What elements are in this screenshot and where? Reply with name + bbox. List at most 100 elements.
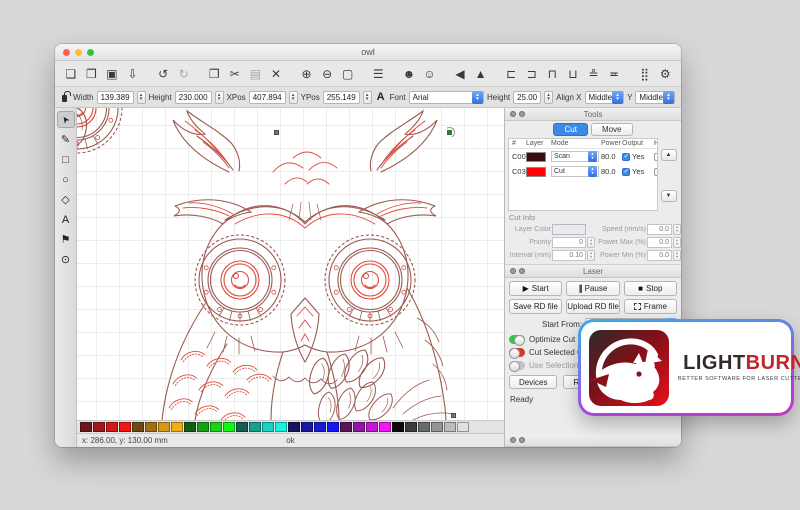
height-stepper[interactable] [215, 91, 224, 104]
palette-swatch[interactable] [327, 422, 339, 432]
rectangle-tool-icon[interactable]: □ [57, 151, 75, 168]
align-top-icon[interactable]: ⊓ [546, 68, 560, 80]
palette-swatch[interactable] [301, 422, 313, 432]
save-rd-file-button[interactable]: Save RD file [509, 299, 562, 314]
power-max-stepper[interactable] [673, 237, 681, 248]
devices-button[interactable]: Devices [509, 375, 557, 389]
interval-stepper[interactable] [587, 250, 595, 261]
settings-icon[interactable]: ⚙ [658, 68, 672, 80]
draw-lines-tool-icon[interactable]: ✎ [57, 131, 75, 148]
palette-swatch[interactable] [93, 422, 105, 432]
redo-icon[interactable]: ↻ [177, 68, 191, 80]
interval-field[interactable]: 0.10 [552, 250, 586, 261]
speed-stepper[interactable] [673, 224, 681, 235]
xpos-field[interactable]: 407.894 [249, 91, 286, 104]
ypos-field[interactable]: 255.149 [323, 91, 360, 104]
palette-swatch[interactable] [392, 422, 404, 432]
pause-button[interactable]: ∥Pause [566, 281, 619, 296]
palette-swatch[interactable] [405, 422, 417, 432]
palette-swatch[interactable] [314, 422, 326, 432]
font-select[interactable]: Arial [409, 91, 484, 104]
panel-close-icon[interactable] [510, 268, 516, 274]
hide-checkbox[interactable] [654, 153, 657, 161]
power-min-stepper[interactable] [673, 250, 681, 261]
panel-float-icon[interactable] [519, 268, 525, 274]
mode-select[interactable]: Cut [551, 166, 599, 177]
grid-array-icon[interactable]: ⣿ [638, 68, 652, 80]
paste-icon[interactable]: ▤ [249, 68, 263, 80]
align-y-select[interactable]: Middle [635, 91, 675, 104]
zoom-window-icon[interactable] [87, 49, 94, 56]
palette-swatch[interactable] [132, 422, 144, 432]
align-right-icon[interactable]: ⊐ [525, 68, 539, 80]
move-layer-down-icon[interactable]: ▼ [661, 190, 677, 202]
palette-swatch[interactable] [366, 422, 378, 432]
preview-icon[interactable]: ☰ [372, 68, 386, 80]
mirror-horizontal-icon[interactable]: ◀ [453, 68, 467, 80]
select-tool-icon[interactable]: ➤ [57, 111, 75, 128]
palette-swatch[interactable] [275, 422, 287, 432]
selection-handle-top[interactable] [274, 130, 279, 135]
lock-aspect-icon[interactable] [62, 95, 67, 102]
xpos-stepper[interactable] [289, 91, 298, 104]
owl-drawing[interactable] [77, 108, 504, 420]
tab-cut[interactable]: Cut [553, 123, 587, 136]
power-max-field[interactable]: 0.0 [647, 237, 672, 248]
distribute-horizontal-icon[interactable]: ≖ [607, 68, 621, 80]
export-icon[interactable]: ⇩ [126, 68, 140, 80]
priority-stepper[interactable] [587, 237, 595, 248]
palette-swatch[interactable] [379, 422, 391, 432]
panel-close-icon[interactable] [510, 437, 516, 443]
palette-swatch[interactable] [418, 422, 430, 432]
zoom-in-icon[interactable]: ⊕ [300, 68, 314, 80]
mode-select[interactable]: Scan [551, 151, 599, 162]
group-icon[interactable]: ☻ [402, 68, 416, 80]
palette-swatch[interactable] [197, 422, 209, 432]
close-window-icon[interactable] [63, 49, 70, 56]
ypos-stepper[interactable] [363, 91, 372, 104]
text-height-field[interactable]: 25.00 [513, 91, 541, 104]
palette-swatch[interactable] [340, 422, 352, 432]
start-button[interactable]: ▶Start [509, 281, 562, 296]
stop-button[interactable]: ■Stop [624, 281, 677, 296]
rotation-handle-icon[interactable] [444, 127, 455, 138]
save-icon[interactable]: ▣ [105, 68, 119, 80]
selection-handle-bottom-right[interactable] [451, 413, 456, 418]
layer-row[interactable]: C03 Cut 80.0 [509, 164, 657, 179]
new-file-icon[interactable]: ❏ [64, 68, 78, 80]
use-selection-origin-toggle[interactable] [509, 361, 525, 370]
zoom-out-icon[interactable]: ⊖ [320, 68, 334, 80]
minimize-window-icon[interactable] [75, 49, 82, 56]
tab-move[interactable]: Move [591, 123, 633, 136]
layer-color-swatch[interactable] [526, 152, 546, 162]
layer-row[interactable]: C00 Scan 80.0 [509, 149, 657, 164]
palette-swatch[interactable] [457, 422, 469, 432]
priority-field[interactable]: 0 [552, 237, 586, 248]
palette-swatch[interactable] [236, 422, 248, 432]
palette-swatch[interactable] [262, 422, 274, 432]
output-checkbox[interactable] [622, 168, 630, 176]
layer-color-field[interactable] [552, 224, 586, 235]
output-checkbox[interactable] [622, 153, 630, 161]
palette-swatch[interactable] [223, 422, 235, 432]
align-left-icon[interactable]: ⊏ [504, 68, 518, 80]
width-stepper[interactable] [137, 91, 146, 104]
ellipse-tool-icon[interactable]: ○ [57, 171, 75, 188]
palette-swatch[interactable] [158, 422, 170, 432]
distribute-vertical-icon[interactable]: ≗ [587, 68, 601, 80]
power-min-field[interactable]: 0.0 [647, 250, 672, 261]
optimize-cut-path-toggle[interactable] [509, 335, 525, 344]
text-height-stepper[interactable] [544, 91, 553, 104]
speed-field[interactable]: 0.0 [647, 224, 672, 235]
frame-button[interactable]: Frame [624, 299, 677, 314]
palette-swatch[interactable] [431, 422, 443, 432]
palette-swatch[interactable] [444, 422, 456, 432]
panel-float-icon[interactable] [519, 111, 525, 117]
copy-icon[interactable]: ❐ [207, 68, 221, 80]
delete-icon[interactable]: ✕ [269, 68, 283, 80]
panel-float-icon[interactable] [519, 437, 525, 443]
palette-swatch[interactable] [249, 422, 261, 432]
mirror-vertical-icon[interactable]: ▲ [474, 68, 488, 80]
palette-swatch[interactable] [184, 422, 196, 432]
palette-swatch[interactable] [80, 422, 92, 432]
